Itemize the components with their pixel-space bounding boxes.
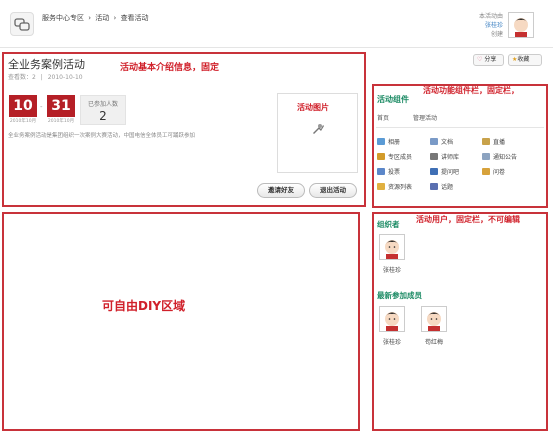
breadcrumb-zone[interactable]: 服务中心专区	[42, 14, 84, 22]
end-day: 31	[47, 95, 75, 117]
info-note: 活动基本介绍信息，固定	[120, 63, 220, 73]
user-avatar[interactable]	[379, 234, 405, 260]
widget-item[interactable]: 讲师库	[430, 152, 459, 161]
widget-note: 活动功能组件栏，固定栏，	[423, 86, 519, 95]
diy-label: 可自由DIY区域	[102, 299, 186, 313]
invite-friends-button[interactable]: 邀请好友	[257, 183, 305, 198]
favorite-button[interactable]: ★收藏	[508, 54, 542, 66]
diy-region	[2, 212, 360, 431]
widget-item-label: 问卷	[493, 169, 506, 176]
notice-icon	[482, 153, 490, 160]
members-icon	[377, 153, 385, 160]
widget-divider	[376, 127, 544, 128]
widget-item[interactable]: 相册	[377, 137, 400, 146]
widget-item[interactable]: 问卷	[482, 167, 505, 176]
user-avatar[interactable]	[421, 306, 447, 332]
activity-image-label: 活动图片	[297, 103, 329, 112]
view-count: 查看数：2	[8, 74, 36, 81]
creator-title: 本活动由	[478, 13, 503, 20]
widget-item-label: 讲师库	[441, 154, 460, 161]
widget-nav-manage[interactable]: 管理活动	[413, 115, 437, 122]
widget-item[interactable]: 专区成员	[377, 152, 412, 161]
widget-item[interactable]: 直播	[482, 137, 505, 146]
widget-item-label: 相册	[388, 139, 401, 146]
widget-item-label: 直播	[493, 139, 506, 146]
user-name[interactable]: 张桂珍	[377, 337, 407, 346]
page-header	[0, 0, 553, 48]
widget-item[interactable]: 通知公告	[482, 152, 517, 161]
widget-item-label: 资源列表	[388, 184, 413, 191]
user-name[interactable]: 苟红梅	[419, 337, 449, 346]
survey-icon	[482, 168, 490, 175]
breadcrumb-current: 查看活动	[120, 14, 149, 22]
breadcrumb-separator: ›	[113, 14, 117, 22]
widget-item[interactable]: 文档	[430, 137, 453, 146]
creator-suffix: 创建	[490, 31, 503, 38]
joined-label: 已参加人数	[87, 101, 118, 108]
user-name[interactable]: 张桂珍	[377, 265, 407, 274]
organizer-title: 组织者	[377, 220, 400, 229]
share-button[interactable]: ♡ 分享	[473, 54, 504, 66]
widget-item-label: 话题	[441, 184, 454, 191]
widget-item-label: 专区成员	[388, 154, 413, 161]
widget-item[interactable]: 提问吧	[430, 167, 459, 176]
heart-icon: ♡	[477, 56, 483, 63]
widget-item-label: 文档	[441, 139, 454, 146]
widget-item[interactable]: 资源列表	[377, 182, 412, 191]
question-icon	[430, 168, 438, 175]
end-month-label: 2010年10月	[47, 119, 75, 124]
creator-avatar[interactable]	[508, 12, 534, 38]
joined-count-box: 已参加人数 2	[80, 95, 126, 125]
zone-logo-icon[interactable]	[10, 12, 34, 36]
meta-separator: |	[40, 74, 43, 81]
breadcrumb-activity[interactable]: 活动	[95, 14, 109, 22]
creator-info: 本活动由 张桂珍 创建	[479, 12, 503, 39]
activity-title: 全业务案例活动	[8, 58, 85, 71]
date-separator: -	[40, 103, 43, 111]
users-note: 活动用户，固定栏，不可编辑	[416, 215, 520, 224]
creator-name[interactable]: 张桂珍	[479, 21, 503, 30]
widget-nav-home[interactable]: 首页	[377, 115, 389, 122]
resource-icon	[377, 183, 385, 190]
breadcrumb-separator: ›	[88, 14, 92, 22]
widget-item-label: 通知公告	[493, 154, 518, 161]
user-avatar[interactable]	[379, 306, 405, 332]
joined-count: 2	[99, 109, 107, 123]
widget-item[interactable]: 话题	[430, 182, 453, 191]
activity-description: 全业务案例活动是集团组织一次案例大赛活动，中国电信全体员工可踊跃参加	[8, 133, 196, 139]
photo-icon	[377, 138, 385, 145]
widget-item[interactable]: 投票	[377, 167, 400, 176]
activity-meta: 查看数：2 | 2010-10-10	[8, 72, 83, 81]
activity-date: 2010-10-10	[47, 74, 83, 81]
document-icon	[430, 138, 438, 145]
teacher-icon	[430, 153, 438, 160]
quit-activity-button[interactable]: 退出活动	[309, 183, 357, 198]
topic-icon	[430, 183, 438, 190]
widget-item-label: 提问吧	[441, 169, 460, 176]
broken-image-icon	[310, 120, 326, 140]
speaker-icon	[482, 138, 490, 145]
members-title: 最新参加成员	[377, 291, 422, 300]
widget-nav: 首页 管理活动	[377, 113, 459, 122]
start-day: 10	[9, 95, 37, 117]
start-month-label: 2010年10月	[9, 119, 37, 124]
widget-item-label: 投票	[388, 169, 401, 176]
breadcrumb: 服务中心专区 › 活动 › 查看活动	[42, 13, 151, 23]
vote-icon	[377, 168, 385, 175]
widget-title: 活动组件	[377, 95, 409, 104]
